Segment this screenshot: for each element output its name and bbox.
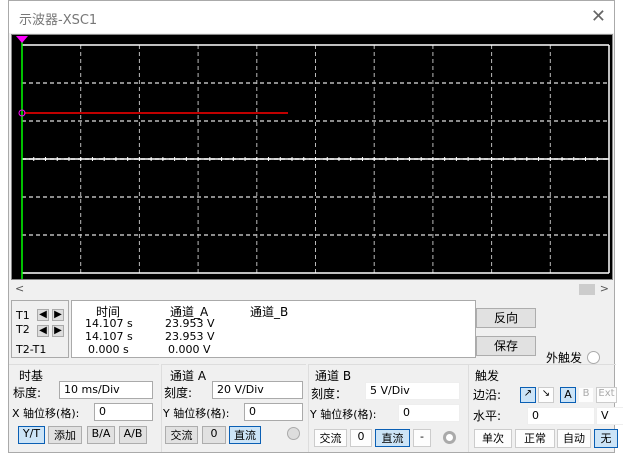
channel-b-ypos-label: Y 轴位移(格):: [310, 408, 377, 421]
trigger-level-unit[interactable]: V: [596, 407, 623, 425]
trigger-level-input[interactable]: 0: [527, 407, 595, 425]
channel-a-ypos-label: Y 轴位移(格):: [163, 407, 230, 420]
horizontal-scrollbar[interactable]: < >: [11, 282, 613, 297]
trigger-source-ext-button[interactable]: Ext: [596, 387, 617, 403]
timebase-scale-label: 标度:: [13, 386, 42, 400]
t2-left-arrow-icon[interactable]: ◀: [37, 325, 49, 337]
t1-right-arrow-icon[interactable]: ▶: [52, 309, 64, 321]
channel-b-dc-button[interactable]: 直流: [375, 429, 410, 447]
measurement-table: 时间 通道_A 通道_B 14.107 s 23.953 V 14.107 s …: [71, 300, 476, 358]
mode-ba-button[interactable]: B/A: [87, 426, 115, 444]
t2-right-arrow-icon[interactable]: ▶: [52, 325, 64, 337]
timebase-scale-input[interactable]: 10 ms/Div: [59, 381, 153, 399]
cursor-handle-icon: [16, 36, 28, 43]
trigger-source-b-button[interactable]: B: [578, 387, 594, 403]
channel-a-scale-label: 刻度:: [164, 386, 193, 400]
channel-a-ypos-input[interactable]: 0: [244, 403, 303, 421]
ext-trigger-radio[interactable]: [587, 351, 600, 364]
reverse-button[interactable]: 反向: [476, 308, 536, 328]
scope-screen: [11, 34, 613, 280]
t1-left-arrow-icon[interactable]: ◀: [37, 309, 49, 321]
cursor-controls: T1 T2 T2-T1 ◀ ▶ ◀ ▶: [11, 300, 69, 358]
trigger-source-a-button[interactable]: A: [560, 387, 576, 403]
t2-time: 14.107 s: [85, 330, 133, 343]
scroll-left-icon[interactable]: <: [15, 282, 24, 295]
t2-t1-label: T2-T1: [16, 343, 47, 356]
channel-a-group: 通道 A 刻度: 20 V/Div Y 轴位移(格): 0 交流 0 直流: [161, 364, 306, 452]
x-position-label: X 轴位移(格):: [12, 407, 80, 420]
t1-label: T1: [16, 309, 30, 322]
t1-time: 14.107 s: [85, 317, 133, 330]
timebase-group: 时基 标度: 10 ms/Div X 轴位移(格): 0 Y/T 添加 B/A …: [9, 364, 159, 452]
channel-b-ac-button[interactable]: 交流: [314, 429, 347, 447]
diff-time: 0.000 s: [88, 343, 129, 356]
title-bar: 示波器-XSC1 ✕: [9, 1, 614, 33]
channel-b-group: 通道 B 刻度： 5 V/Div Y 轴位移(格): 0 交流 0 直流 -: [308, 364, 468, 452]
edge-falling-icon[interactable]: ↘: [538, 387, 554, 403]
t2-label: T2: [16, 323, 30, 336]
mode-ab-button[interactable]: A/B: [119, 426, 147, 444]
scroll-right-icon[interactable]: >: [600, 282, 609, 295]
channel-a-dc-button[interactable]: 直流: [229, 426, 261, 444]
channel-b-zero-button[interactable]: 0: [350, 429, 372, 447]
channel-b-title: 通道 B: [315, 369, 352, 383]
mode-yt-button[interactable]: Y/T: [18, 426, 45, 444]
channel-a-title: 通道 A: [170, 369, 207, 383]
x-position-input[interactable]: 0: [94, 403, 153, 421]
trigger-group: 触发 边沿: ↗ ↘ A B Ext 水平: 0 V 单次 正常 自动 无: [468, 364, 623, 452]
channel-b-ypos-input[interactable]: 0: [398, 404, 460, 422]
save-button[interactable]: 保存: [476, 336, 536, 356]
t1-channel-a: 23.953 V: [165, 317, 215, 330]
t2-channel-a: 23.953 V: [165, 330, 215, 343]
mode-add-button[interactable]: 添加: [48, 426, 82, 444]
oscilloscope-window: 示波器-XSC1 ✕ < > T1 T2 T2-T1 ◀ ▶ ◀ ▶ 时间 通道…: [8, 0, 623, 453]
scope-grid: [16, 36, 610, 279]
trigger-auto-button[interactable]: 自动: [557, 429, 591, 448]
channel-b-invert-button[interactable]: -: [413, 429, 431, 447]
trigger-title: 触发: [475, 369, 500, 383]
trigger-normal-button[interactable]: 正常: [515, 429, 555, 448]
edge-rising-icon[interactable]: ↗: [520, 387, 536, 403]
trigger-none-button[interactable]: 无: [594, 429, 618, 448]
channel-b-scale-input[interactable]: 5 V/Div: [365, 382, 460, 400]
close-icon[interactable]: ✕: [591, 6, 606, 27]
channel-a-ac-button[interactable]: 交流: [165, 426, 198, 444]
scroll-thumb[interactable]: [579, 284, 595, 295]
timebase-title: 时基: [19, 369, 44, 383]
trigger-edge-label: 边沿:: [473, 388, 502, 402]
trigger-single-button[interactable]: 单次: [474, 429, 512, 448]
channel-b-radio[interactable]: [443, 431, 456, 444]
trigger-level-label: 水平:: [473, 409, 502, 423]
header-channel-b: 通道_B: [250, 305, 289, 319]
channel-a-zero-button[interactable]: 0: [202, 426, 226, 444]
diff-channel-a: 0.000 V: [168, 343, 211, 356]
channel-a-radio[interactable]: [287, 427, 300, 440]
window-title: 示波器-XSC1: [19, 13, 98, 28]
channel-b-scale-label: 刻度：: [311, 387, 348, 401]
channel-a-scale-input[interactable]: 20 V/Div: [212, 381, 303, 399]
